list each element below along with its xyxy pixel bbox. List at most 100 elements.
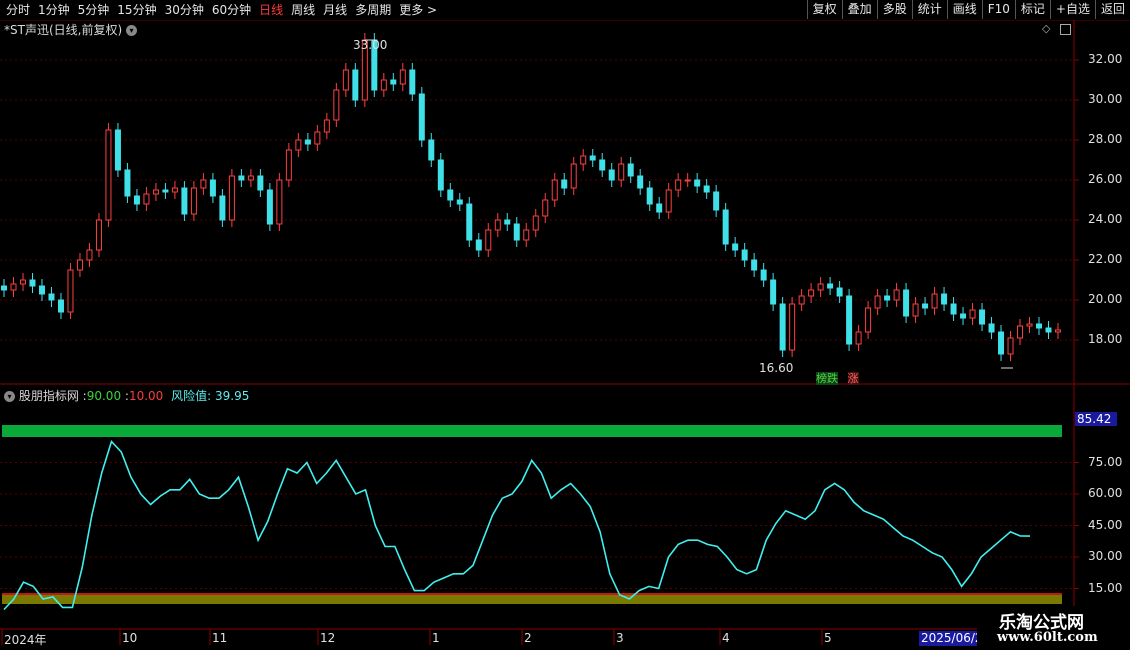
candle-body [1055,329,1061,333]
indicator-lower-value: 10.00 [128,389,164,403]
candle-body [580,155,587,165]
candle-body [684,179,691,182]
candle-body [76,259,83,271]
indicator-tick-label: 30.00 [1088,549,1123,563]
candlestick-series [1,33,1061,369]
candle-body [399,69,406,85]
candle-body [295,139,302,151]
signal-tags: 榜跌 涨 [816,370,859,386]
price-tick-label: 20.00 [1088,292,1123,306]
indicator-tick-label: 75.00 [1088,454,1123,469]
candle-body [114,129,121,171]
candle-body [950,303,957,315]
candle-body [105,129,112,221]
candle-body [133,195,140,205]
fall-tag[interactable]: 跌 [827,372,838,385]
candle-body [732,243,739,251]
candle-body [1045,327,1052,333]
candle-body [257,175,264,191]
candle-body [665,189,672,213]
candle-body [637,175,644,189]
candle-body [124,169,131,197]
candle-body [656,203,663,213]
price-tick-label: 28.00 [1088,132,1123,146]
site-logo: 乐淘公式网 www.60lt.com [977,606,1130,650]
candle-body [751,259,758,271]
candle-body [304,139,311,145]
indicator-name: 股朋指标网 [18,389,79,403]
candle-body [789,303,796,351]
candle-body [836,287,843,297]
candle-body [1,285,7,291]
candle-body [798,295,805,305]
indicator-grid [0,462,1079,589]
candle-body [599,159,606,171]
indicator-tick-label: 15.00 [1088,580,1123,595]
indicator-current-marker: 85.42 [1075,412,1117,426]
candle-body [447,189,454,201]
candle-body [627,163,634,177]
candle-body [48,293,55,301]
candle-body [209,179,216,197]
price-tick-label: 32.00 [1088,52,1123,66]
candle-body [276,179,283,225]
candle-body [979,309,986,325]
candle-body [1026,323,1033,327]
candle-body [86,249,93,261]
candle-body [19,279,26,285]
risk-value: 39.95 [215,389,250,403]
candle-body [152,189,159,195]
candle-body [10,283,17,291]
candle-body [998,331,1005,355]
rank-tag[interactable]: 榜 [816,372,827,385]
candle-body [1017,325,1024,339]
candle-body [960,313,967,319]
indicator-chevron-icon[interactable]: ▾ [4,391,15,402]
candle-body [475,239,482,251]
candle-body [817,283,824,291]
price-grid [0,59,1079,341]
candle-body [162,189,169,193]
candle-body [523,229,530,241]
candle-body [314,131,321,145]
candle-body [903,289,910,317]
candle-body [285,149,292,181]
rise-tag[interactable]: 涨 [847,372,859,385]
candle-body [675,179,682,191]
time-tick-label: 4 [722,631,730,645]
candle-body [941,293,948,305]
candle-body [532,215,539,231]
time-tick-label: 10 [122,631,138,645]
candle-body [931,293,938,309]
candle-body [865,307,872,333]
candle-body [808,289,815,297]
candle-body [893,289,900,301]
candle-body [646,187,653,205]
current-date-tag: 2025/06/2 [919,631,985,646]
chart-canvas [0,20,1130,650]
price-tick-label: 30.00 [1088,92,1123,106]
price-tick-label: 18.00 [1088,332,1123,346]
candle-body [912,303,919,317]
candle-body [1036,323,1043,329]
indicator-upper-value: 90.00 [86,389,122,403]
candle-body [722,209,729,245]
candle-body [846,295,853,345]
candle-body [228,175,235,221]
candle-body [57,299,64,313]
lower-band [2,595,1062,604]
time-tick-label: 1 [432,631,440,645]
candle-body [38,285,45,295]
candle-body [380,79,387,91]
candle-body [409,69,416,95]
candle-body [760,269,767,281]
candle-body [884,295,891,301]
candle-body [266,189,273,225]
candle-body [247,175,254,181]
candle-body [181,187,188,215]
candle-body [855,331,862,345]
candle-body [1007,337,1014,355]
candle-body [561,179,568,189]
candle-body [418,93,425,141]
candle-body [437,159,444,191]
